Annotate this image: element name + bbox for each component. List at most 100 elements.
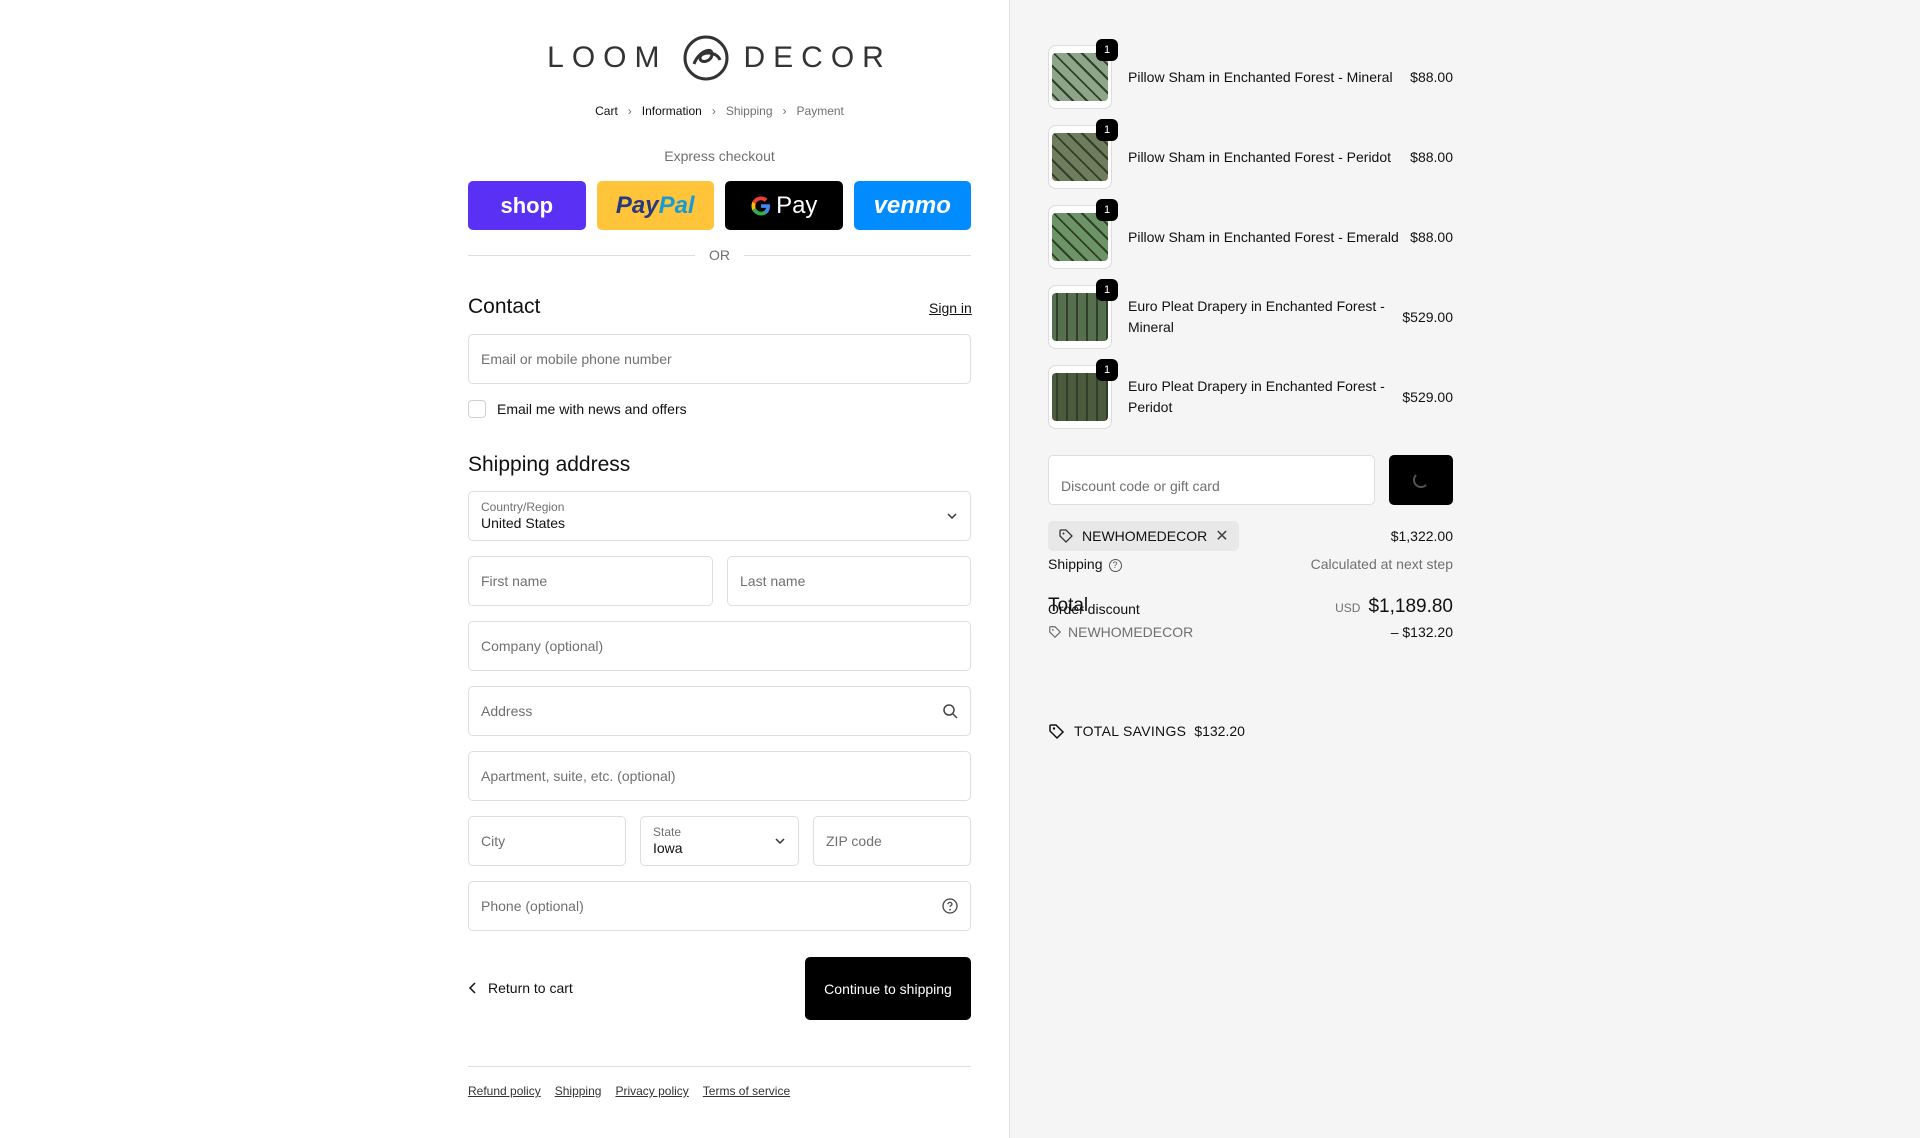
total-value: $1,189.80 <box>1368 596 1453 617</box>
refund-policy-link[interactable]: Refund policy <box>468 1084 541 1098</box>
product-name: Euro Pleat Drapery in Enchanted Forest -… <box>1128 378 1385 415</box>
breadcrumb-payment: Payment <box>796 104 844 118</box>
subtotal-value: $1,322.00 <box>1390 528 1453 544</box>
email-field[interactable]: Email or mobile phone number <box>468 334 971 384</box>
chevron-down-icon <box>775 838 785 845</box>
company-placeholder: Company (optional) <box>481 638 604 654</box>
city-field[interactable]: City <box>468 816 626 866</box>
paypal-label-a: Pay <box>615 191 659 219</box>
state-select[interactable]: State Iowa <box>640 816 799 866</box>
return-label: Return to cart <box>488 980 573 996</box>
continue-to-shipping-button[interactable]: Continue to shipping <box>805 957 971 1020</box>
total-savings: TOTAL SAVINGS $132.20 <box>1048 722 1245 740</box>
product-price: $88.00 <box>1410 69 1453 85</box>
product-price: $529.00 <box>1402 389 1453 405</box>
first-name-field[interactable]: First name <box>468 556 713 606</box>
product-name: Pillow Sham in Enchanted Forest - Minera… <box>1128 68 1393 85</box>
terms-of-service-link[interactable]: Terms of service <box>703 1084 790 1098</box>
cart-item: 1 Pillow Sham in Enchanted Forest - Emera… <box>1048 199 1453 269</box>
product-thumbnail: 1 <box>1048 119 1118 189</box>
order-discount-row: NEWHOMEDECOR – $132.20 <box>1048 624 1453 640</box>
chevron-down-icon <box>947 513 957 520</box>
phone-field[interactable]: Phone (optional) <box>468 881 971 931</box>
savings-value: $132.20 <box>1194 723 1245 739</box>
checkout-main-panel: LOOM DECOR Cart › Information › Shipping… <box>0 0 1009 1138</box>
shop-pay-label: shop <box>500 192 554 218</box>
product-name: Pillow Sham in Enchanted Forest - Perido… <box>1128 148 1392 165</box>
sign-in-link[interactable]: Sign in <box>929 300 972 316</box>
product-thumbnail: 1 <box>1048 359 1118 429</box>
news-opt-in-row: Email me with news and offers <box>468 400 687 418</box>
footer-divider <box>468 1066 971 1067</box>
savings-label: TOTAL SAVINGS <box>1074 723 1187 739</box>
apartment-placeholder: Apartment, suite, etc. (optional) <box>481 768 676 784</box>
zip-field[interactable]: ZIP code <box>813 816 971 866</box>
or-divider: OR <box>468 247 971 263</box>
shipping-address-heading: Shipping address <box>468 453 631 476</box>
last-name-placeholder: Last name <box>740 573 806 589</box>
quantity-badge: 1 <box>1096 279 1118 301</box>
shipping-policy-link[interactable]: Shipping <box>555 1084 602 1098</box>
shipping-value: Calculated at next step <box>1310 556 1453 572</box>
quantity-badge: 1 <box>1096 359 1118 381</box>
paypal-button[interactable]: Pay Pal <box>596 181 714 230</box>
product-price: $88.00 <box>1410 149 1453 165</box>
breadcrumb-information: Information <box>641 104 702 118</box>
store-logo[interactable]: LOOM DECOR <box>468 34 971 82</box>
state-value: Iowa <box>653 840 683 856</box>
search-icon <box>943 704 958 719</box>
breadcrumb-cart[interactable]: Cart <box>595 104 618 118</box>
continue-label: Continue to shipping <box>824 980 952 997</box>
state-label: State <box>653 825 682 839</box>
email-placeholder: Email or mobile phone number <box>481 351 672 367</box>
country-select[interactable]: Country/Region United States <box>468 491 971 541</box>
chevron-right-icon: › <box>782 104 787 118</box>
help-icon[interactable]: ? <box>1108 558 1122 572</box>
paypal-label-b: Pal <box>658 191 695 219</box>
address-placeholder: Address <box>481 703 533 719</box>
discount-code-field[interactable]: Discount code or gift card <box>1048 455 1375 505</box>
google-pay-label: Pay <box>776 191 818 219</box>
shop-pay-button[interactable]: shop <box>468 181 586 230</box>
product-name: Pillow Sham in Enchanted Forest - Emeral… <box>1128 228 1399 245</box>
currency-code: USD <box>1335 601 1361 615</box>
news-checkbox[interactable] <box>468 400 486 418</box>
return-to-cart-link[interactable]: Return to cart <box>468 980 573 996</box>
subtotal-row: $1,322.00 <box>1048 528 1453 544</box>
shipping-row: Shipping? Calculated at next step <box>1048 556 1453 572</box>
country-value: United States <box>481 515 566 531</box>
shipping-label: Shipping <box>1048 556 1103 572</box>
country-label: Country/Region <box>481 500 565 514</box>
google-pay-button[interactable]: Pay <box>725 181 843 230</box>
logo-mark-icon <box>683 35 728 81</box>
zip-placeholder: ZIP code <box>826 833 882 849</box>
breadcrumb-shipping: Shipping <box>725 104 773 118</box>
quantity-badge: 1 <box>1096 199 1118 221</box>
privacy-policy-link[interactable]: Privacy policy <box>615 1084 688 1098</box>
loading-spinner-icon <box>1413 472 1429 488</box>
footer-links: Refund policy Shipping Privacy policy Te… <box>468 1084 790 1098</box>
address-field[interactable]: Address <box>468 686 971 736</box>
apartment-field[interactable]: Apartment, suite, etc. (optional) <box>468 751 971 801</box>
express-checkout-title: Express checkout <box>664 148 775 164</box>
tag-icon <box>1049 626 1062 639</box>
contact-heading: Contact <box>468 295 541 318</box>
or-label: OR <box>709 247 730 263</box>
help-icon[interactable] <box>942 898 958 914</box>
product-thumbnail: 1 <box>1048 279 1118 349</box>
product-name: Euro Pleat Drapery in Enchanted Forest -… <box>1128 298 1385 335</box>
city-placeholder: City <box>481 833 506 849</box>
first-name-placeholder: First name <box>481 573 548 589</box>
product-thumbnail: 1 <box>1048 199 1118 269</box>
chevron-right-icon: › <box>627 104 632 118</box>
product-price: $88.00 <box>1410 229 1453 245</box>
order-discount-label: Order discount <box>1048 601 1140 617</box>
chevron-right-icon: › <box>711 104 716 118</box>
express-checkout-buttons: shop Pay Pal Pay venmo <box>468 181 971 230</box>
company-field[interactable]: Company (optional) <box>468 621 971 671</box>
last-name-field[interactable]: Last name <box>727 556 971 606</box>
venmo-button[interactable]: venmo <box>853 181 971 230</box>
order-discount-code: NEWHOMEDECOR <box>1068 624 1194 640</box>
phone-placeholder: Phone (optional) <box>481 898 584 914</box>
apply-discount-button[interactable] <box>1389 455 1453 505</box>
